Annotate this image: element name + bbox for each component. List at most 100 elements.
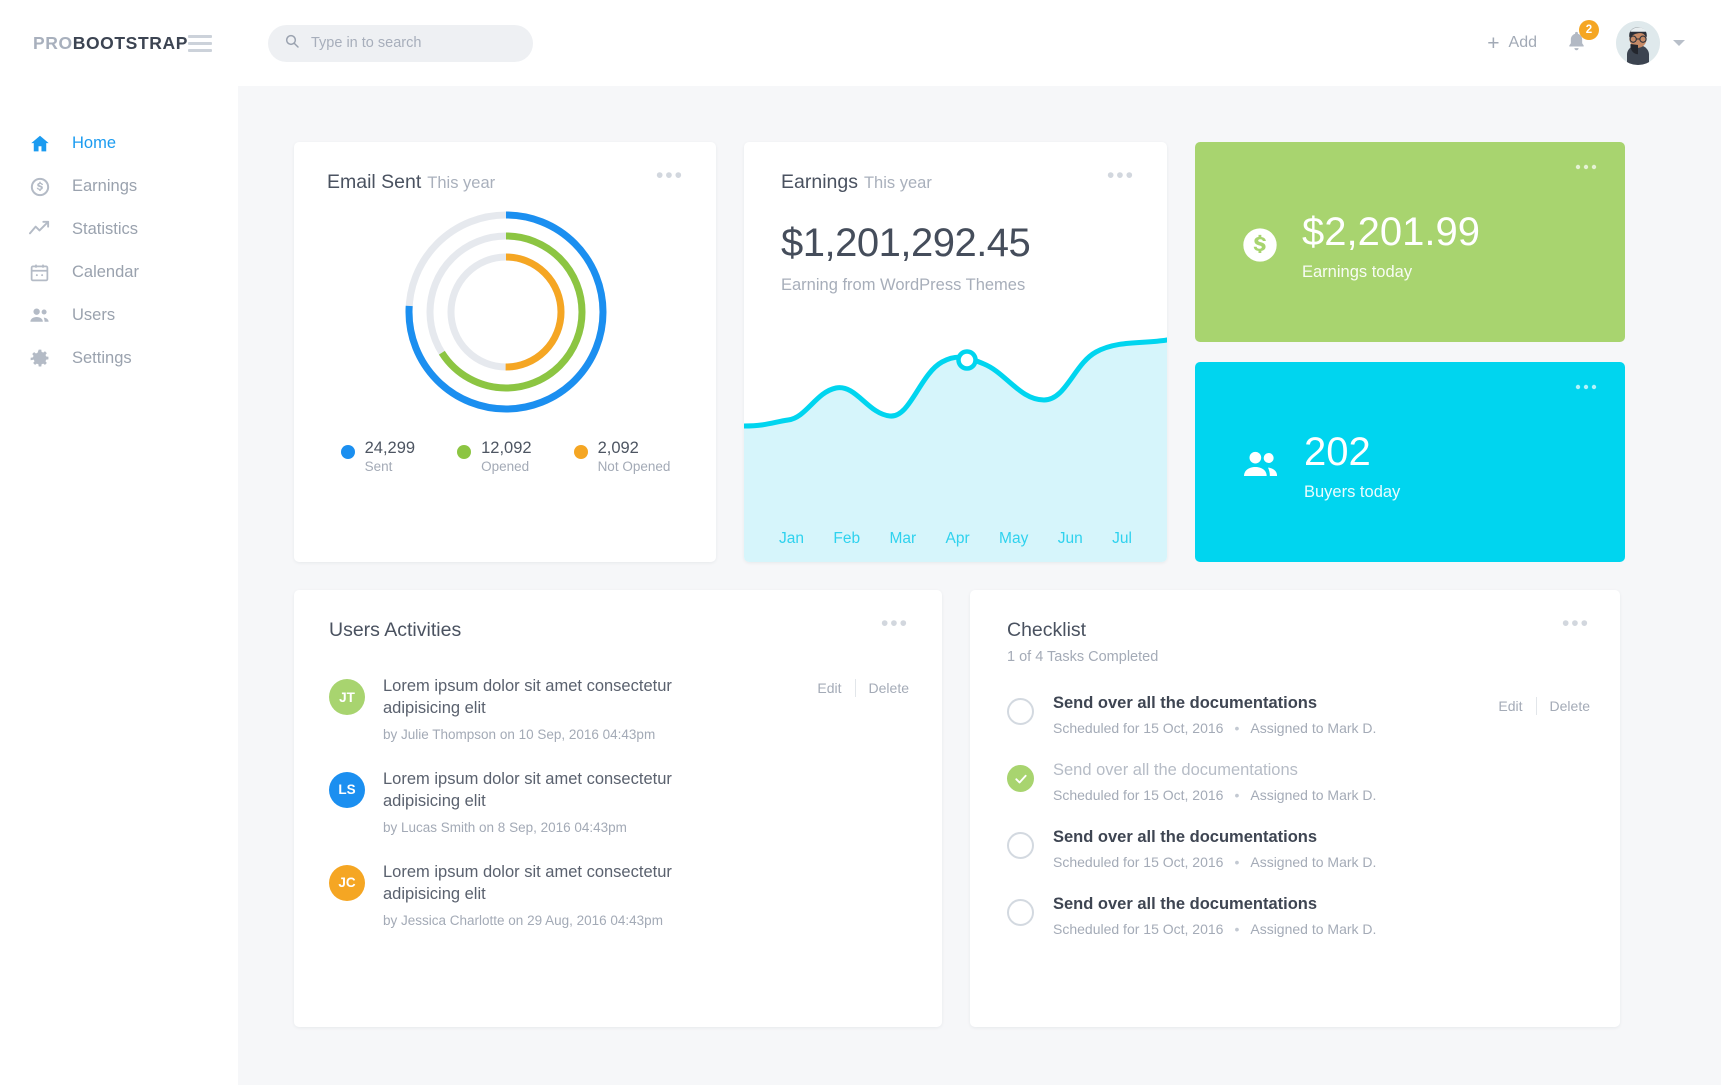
task-body: Send over all the documentations Schedul…	[1053, 694, 1479, 736]
email-card-period: This year	[427, 174, 495, 192]
activity-text: Lorem ipsum dolor sit amet consectetur a…	[383, 862, 693, 906]
buyers-today-body: 202 Buyers today	[1240, 432, 1597, 502]
checkbox-checked[interactable]	[1007, 765, 1034, 792]
checklist-title: Checklist	[1007, 619, 1158, 642]
edit-link[interactable]: Edit	[1498, 698, 1522, 714]
earnings-amount: $1,201,292.45	[781, 221, 1135, 266]
earnings-today-card: $2,201.99 Earnings today	[1195, 142, 1625, 342]
email-card-title-text: Email Sent	[327, 171, 421, 193]
area-fill	[744, 340, 1167, 562]
list-item: Send over all the documentations Schedul…	[1007, 895, 1590, 937]
users-icon	[1240, 445, 1282, 490]
hamburger-menu-icon[interactable]	[188, 35, 212, 52]
home-icon	[27, 131, 52, 156]
logo-bootstrap: BOOTSTRAP	[73, 33, 188, 53]
task-schedule: Scheduled for 15 Oct, 2016	[1053, 854, 1223, 870]
app-logo[interactable]: PROBOOTSTRAP	[33, 33, 188, 54]
task-title: Send over all the documentations	[1053, 694, 1479, 713]
task-title: Send over all the documentations	[1053, 761, 1590, 780]
sidebar-item-label: Home	[72, 134, 116, 153]
checklist-menu-icon[interactable]: •••	[1562, 619, 1590, 629]
sidebar: PROBOOTSTRAP Home Earnings	[0, 0, 238, 1085]
topbar: + Add 2	[238, 0, 1721, 86]
checklist-subtitle: 1 of 4 Tasks Completed	[1007, 649, 1158, 665]
earnings-card-period: This year	[864, 174, 932, 192]
dollar-circle-icon	[1240, 225, 1280, 270]
activity-text: Lorem ipsum dolor sit amet consectetur a…	[383, 769, 693, 813]
legend-dot-opened	[457, 445, 471, 459]
task-body: Send over all the documentations Schedul…	[1053, 761, 1590, 803]
search-box[interactable]	[268, 25, 533, 62]
earnings-card-title: Earnings This year	[781, 171, 932, 194]
legend-dot-sent	[341, 445, 355, 459]
sidebar-item-label: Statistics	[72, 220, 138, 239]
checkbox-unchecked[interactable]	[1007, 899, 1034, 926]
avatar-image	[1616, 21, 1660, 65]
month-label: May	[999, 530, 1028, 548]
activity-body: Lorem ipsum dolor sit amet consectetur a…	[383, 769, 909, 835]
activities-header: Users Activities •••	[329, 619, 909, 642]
activity-avatar: JC	[329, 865, 365, 901]
task-title: Send over all the documentations	[1053, 828, 1590, 847]
legend-value: 12,092	[481, 438, 531, 459]
calendar-icon	[27, 260, 52, 285]
earnings-subtitle: Earning from WordPress Themes	[781, 276, 1135, 295]
checklist-header: Checklist 1 of 4 Tasks Completed •••	[1007, 619, 1590, 665]
email-card-title: Email Sent This year	[327, 171, 495, 194]
sidebar-item-home[interactable]: Home	[0, 122, 238, 165]
delete-link[interactable]: Delete	[869, 680, 909, 696]
users-activities-panel: Users Activities ••• JT Lorem ipsum dolo…	[294, 590, 942, 1027]
month-axis: Jan Feb Mar Apr May Jun Jul	[744, 530, 1167, 548]
legend-value: 2,092	[598, 438, 671, 459]
notifications-button[interactable]: 2	[1561, 25, 1592, 62]
email-card-header: Email Sent This year •••	[327, 171, 684, 194]
list-item: Send over all the documentations Schedul…	[1007, 828, 1590, 870]
email-donut-chart	[327, 208, 684, 416]
earnings-today-value: $2,201.99	[1302, 212, 1480, 252]
sidebar-item-users[interactable]: Users	[0, 294, 238, 337]
brand-row: PROBOOTSTRAP	[0, 0, 238, 86]
data-point-marker[interactable]	[959, 352, 976, 369]
users-icon	[27, 303, 52, 328]
activities-menu-icon[interactable]: •••	[881, 619, 909, 629]
check-icon	[1014, 772, 1028, 786]
user-menu[interactable]	[1616, 21, 1685, 65]
panels-row-bottom: Users Activities ••• JT Lorem ipsum dolo…	[294, 590, 1683, 1027]
sidebar-item-settings[interactable]: Settings	[0, 337, 238, 380]
add-button[interactable]: + Add	[1487, 33, 1537, 54]
main-area: + Add 2	[238, 0, 1721, 1085]
checklist-panel: Checklist 1 of 4 Tasks Completed ••• Sen…	[970, 590, 1620, 1027]
legend-value: 24,299	[365, 438, 415, 459]
earnings-today-menu-icon[interactable]	[1575, 164, 1597, 175]
email-sent-card: Email Sent This year •••	[294, 142, 716, 562]
checkbox-unchecked[interactable]	[1007, 698, 1034, 725]
list-item: Send over all the documentations Schedul…	[1007, 694, 1590, 736]
logo-pro: PRO	[33, 33, 73, 53]
list-item: LS Lorem ipsum dolor sit amet consectetu…	[329, 769, 909, 835]
action-divider	[1536, 697, 1537, 715]
activity-meta: by Jessica Charlotte on 29 Aug, 2016 04:…	[383, 913, 909, 928]
sidebar-item-earnings[interactable]: Earnings	[0, 165, 238, 208]
legend-item-opened: 12,092 Opened	[457, 438, 531, 474]
earnings-card-title-text: Earnings	[781, 171, 858, 193]
checkbox-unchecked[interactable]	[1007, 832, 1034, 859]
earnings-card-header: Earnings This year •••	[781, 171, 1135, 194]
delete-link[interactable]: Delete	[1550, 698, 1590, 714]
edit-link[interactable]: Edit	[817, 680, 841, 696]
avatar	[1616, 21, 1660, 65]
legend-label: Sent	[365, 459, 415, 474]
list-item: JT Lorem ipsum dolor sit amet consectetu…	[329, 676, 909, 742]
task-schedule: Scheduled for 15 Oct, 2016	[1053, 787, 1223, 803]
task-meta: Scheduled for 15 Oct, 2016•Assigned to M…	[1053, 720, 1479, 736]
earnings-area-chart: Jan Feb Mar Apr May Jun Jul	[744, 330, 1167, 562]
dashboard-root: PROBOOTSTRAP Home Earnings	[0, 0, 1721, 1085]
buyers-today-card: 202 Buyers today	[1195, 362, 1625, 562]
buyers-today-menu-icon[interactable]	[1575, 384, 1597, 395]
search-input[interactable]	[311, 35, 517, 51]
line-chart-icon	[27, 217, 52, 242]
email-card-menu-icon[interactable]: •••	[656, 171, 684, 181]
topbar-actions: + Add 2	[1487, 21, 1685, 65]
sidebar-item-statistics[interactable]: Statistics	[0, 208, 238, 251]
earnings-card-menu-icon[interactable]: •••	[1107, 171, 1135, 181]
sidebar-item-calendar[interactable]: Calendar	[0, 251, 238, 294]
